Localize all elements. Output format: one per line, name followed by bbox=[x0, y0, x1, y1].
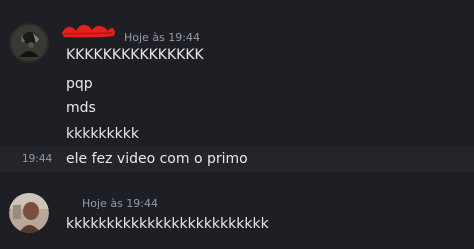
message-header: Hoje às 19:44 bbox=[82, 197, 158, 210]
hover-timestamp: 19:44 bbox=[22, 153, 53, 165]
chat-message-list: Hoje às 19:44 KKKKKKKKKKKKKKK pqp mds kk… bbox=[0, 0, 474, 249]
message-text: mds bbox=[66, 100, 96, 116]
message-line[interactable]: kkkkkkkkk bbox=[0, 121, 474, 147]
message-text: kkkkkkkkk bbox=[66, 126, 139, 142]
message-text: KKKKKKKKKKKKKKK bbox=[66, 47, 204, 63]
message-text: kkkkkkkkkkkkkkkkkkkkkkkkk bbox=[66, 216, 269, 232]
message-timestamp: Hoje às 19:44 bbox=[82, 197, 158, 210]
redaction-scribble-icon bbox=[62, 24, 115, 38]
message-line-hovered[interactable]: 19:44 ele fez video com o primo bbox=[0, 146, 474, 172]
message-line[interactable]: kkkkkkkkkkkkkkkkkkkkkkkkk bbox=[0, 211, 474, 237]
redacted-username[interactable] bbox=[62, 24, 120, 41]
message-text: ele fez video com o primo bbox=[66, 151, 248, 167]
message-line[interactable]: mds bbox=[0, 95, 474, 121]
message-line[interactable]: pqp bbox=[0, 71, 474, 97]
message-line[interactable]: KKKKKKKKKKKKKKK bbox=[0, 42, 474, 68]
message-text: pqp bbox=[66, 76, 93, 92]
